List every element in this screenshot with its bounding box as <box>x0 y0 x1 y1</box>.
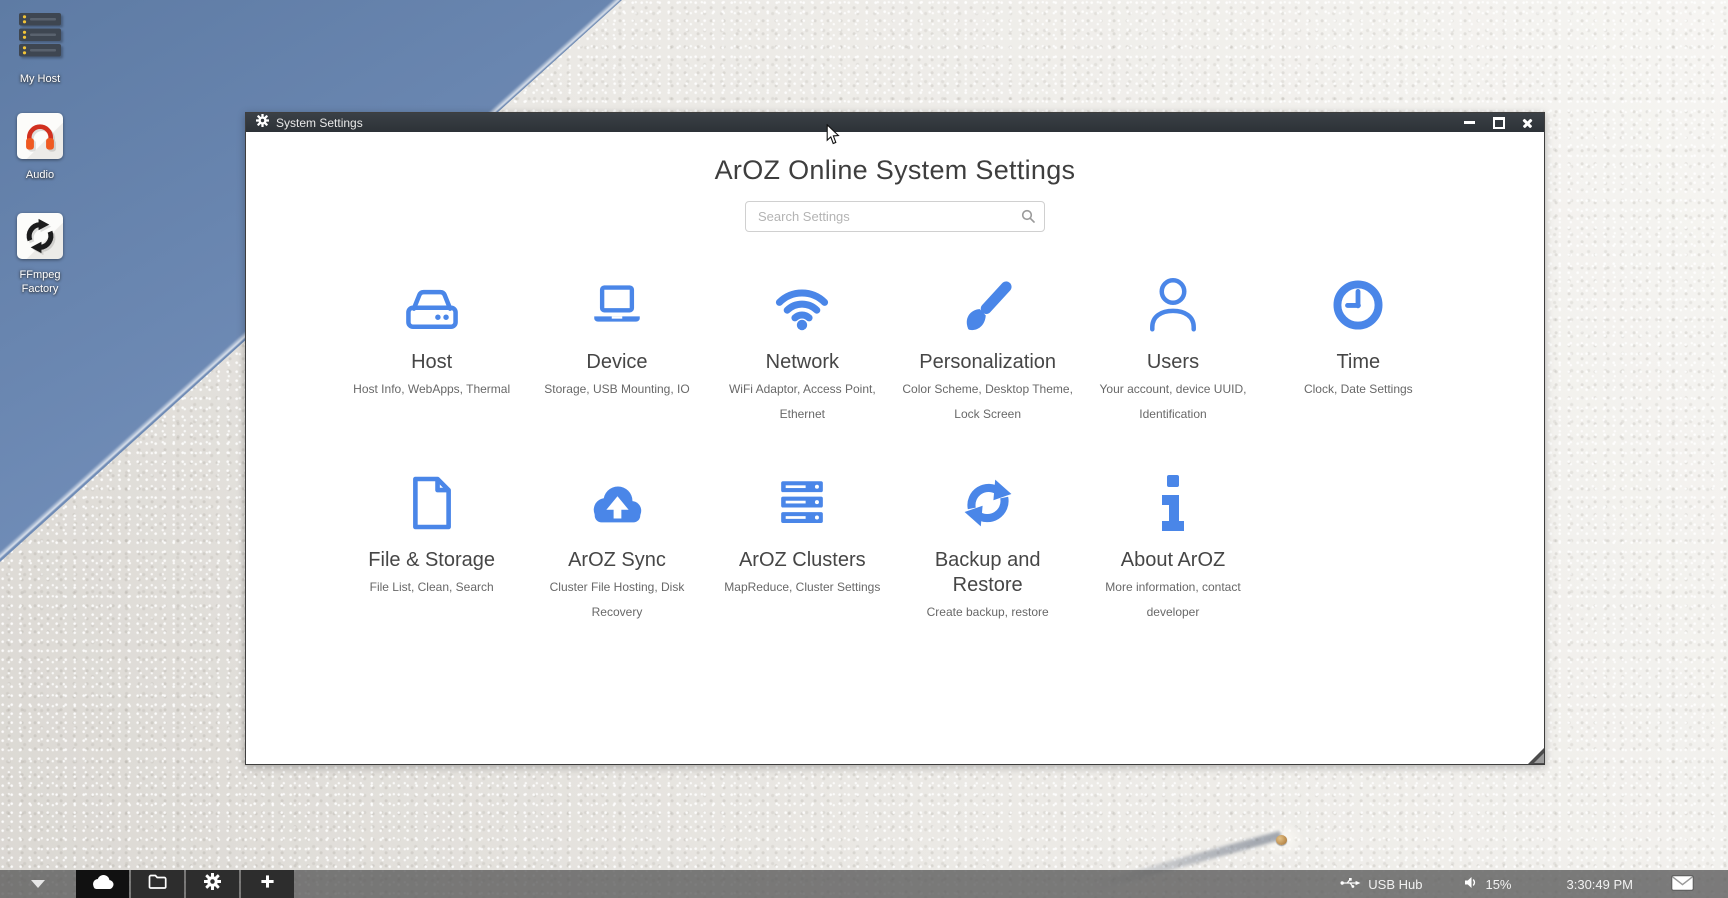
category-subtitle: File List, Clean, Search <box>342 575 521 600</box>
category-title: ArOZ Clusters <box>727 548 877 573</box>
taskbar-button-add[interactable] <box>241 870 294 898</box>
tray-clock-label: 3:30:49 PM <box>1567 877 1634 892</box>
settings-grid-row2: File & Storage File List, Clean, Search … <box>339 471 1451 625</box>
tray-clock: 3:30:49 PM <box>1567 877 1634 892</box>
cloud-upload-icon <box>527 471 706 535</box>
taskbar: USB Hub 15% 3:30:49 PM <box>0 870 1728 898</box>
taskbar-button-files[interactable] <box>131 870 184 898</box>
category-title: Network <box>727 350 877 375</box>
category-title: ArOZ Sync <box>542 548 692 573</box>
chevron-down-icon <box>31 880 45 888</box>
category-title: Host <box>357 350 507 375</box>
server-stack-icon <box>18 12 62 63</box>
category-subtitle: MapReduce, Cluster Settings <box>713 575 892 600</box>
category-subtitle: Host Info, WebApps, Thermal <box>342 377 521 402</box>
settings-grid-row1: Host Host Info, WebApps, Thermal Device … <box>339 273 1451 427</box>
headphones-icon <box>17 113 63 159</box>
wall-nail <box>1276 835 1287 845</box>
settings-category-network[interactable]: Network WiFi Adaptor, Access Point, Ethe… <box>710 273 895 427</box>
window-controls <box>1463 116 1534 129</box>
sync-arrows-icon <box>898 471 1077 535</box>
taskbar-button-cloud[interactable] <box>76 870 129 898</box>
category-title: File & Storage <box>357 548 507 573</box>
launcher-chevron-button[interactable] <box>0 880 76 888</box>
window-resize-grip[interactable] <box>1528 748 1544 764</box>
info-icon <box>1083 471 1262 535</box>
desktop-icon-label: My Host <box>20 72 60 86</box>
category-subtitle: Cluster File Hosting, Disk Recovery <box>527 575 706 625</box>
usb-icon <box>1340 877 1361 892</box>
tray-usb[interactable]: USB Hub <box>1340 877 1422 892</box>
hdd-icon <box>342 273 521 337</box>
window-titlebar[interactable]: System Settings <box>246 113 1544 132</box>
circular-arrows-icon <box>17 213 63 259</box>
page-title: ArOZ Online System Settings <box>246 155 1544 186</box>
speaker-icon <box>1464 876 1478 892</box>
search-icon <box>1021 209 1035 223</box>
category-title: Personalization <box>913 350 1063 375</box>
category-subtitle: WiFi Adaptor, Access Point, Ethernet <box>713 377 892 427</box>
window-title: System Settings <box>276 116 363 130</box>
close-button[interactable] <box>1521 116 1534 129</box>
desktop-icon-label: FFmpeg Factory <box>8 268 72 296</box>
taskbar-tray: USB Hub 15% 3:30:49 PM <box>1340 875 1728 894</box>
settings-category-backup-restore[interactable]: Backup and Restore Create backup, restor… <box>895 471 1080 625</box>
search-input[interactable] <box>745 201 1045 232</box>
category-title: Backup and Restore <box>913 548 1063 598</box>
folder-icon <box>148 874 167 894</box>
tray-volume-label: 15% <box>1485 877 1511 892</box>
settings-category-time[interactable]: Time Clock, Date Settings <box>1266 273 1451 427</box>
user-icon <box>1083 273 1262 337</box>
laptop-icon <box>527 273 706 337</box>
tray-volume[interactable]: 15% <box>1464 876 1511 892</box>
category-subtitle: Your account, device UUID, Identificatio… <box>1083 377 1262 427</box>
category-title: About ArOZ <box>1098 548 1248 573</box>
taskbar-button-settings[interactable] <box>186 870 239 898</box>
clock-icon <box>1269 273 1448 337</box>
tray-mail[interactable] <box>1671 875 1694 894</box>
category-subtitle: Create backup, restore <box>898 600 1077 625</box>
desktop-icon-my-host[interactable]: My Host <box>8 12 72 86</box>
wifi-icon <box>713 273 892 337</box>
category-subtitle: Clock, Date Settings <box>1269 377 1448 402</box>
category-subtitle: More information, contact developer <box>1083 575 1262 625</box>
mail-icon <box>1671 875 1694 894</box>
paintbrush-icon <box>898 273 1077 337</box>
category-subtitle: Color Scheme, Desktop Theme, Lock Screen <box>898 377 1077 427</box>
category-subtitle: Storage, USB Mounting, IO <box>527 377 706 402</box>
minimize-button[interactable] <box>1463 116 1476 129</box>
system-settings-window: System Settings ArOZ Online System Setti… <box>245 112 1545 765</box>
desktop-icon-ffmpeg-factory[interactable]: FFmpeg Factory <box>8 213 72 296</box>
settings-category-device[interactable]: Device Storage, USB Mounting, IO <box>524 273 709 427</box>
desktop: My Host Audio FFmpeg Factory <box>0 0 1728 898</box>
gear-icon <box>204 873 221 895</box>
category-title: Time <box>1283 350 1433 375</box>
maximize-button[interactable] <box>1492 116 1505 129</box>
cloud-icon <box>91 874 115 895</box>
settings-category-host[interactable]: Host Host Info, WebApps, Thermal <box>339 273 524 427</box>
server-rack-icon <box>713 471 892 535</box>
category-title: Users <box>1098 350 1248 375</box>
settings-category-users[interactable]: Users Your account, device UUID, Identif… <box>1080 273 1265 427</box>
window-content: ArOZ Online System Settings Host Host In… <box>246 155 1544 625</box>
desktop-icon-audio[interactable]: Audio <box>8 113 72 182</box>
category-title: Device <box>542 350 692 375</box>
file-icon <box>342 471 521 535</box>
gear-icon <box>256 114 269 132</box>
taskbar-apps <box>76 870 296 898</box>
settings-category-aroz-sync[interactable]: ArOZ Sync Cluster File Hosting, Disk Rec… <box>524 471 709 625</box>
settings-category-about-aroz[interactable]: About ArOZ More information, contact dev… <box>1080 471 1265 625</box>
settings-category-aroz-clusters[interactable]: ArOZ Clusters MapReduce, Cluster Setting… <box>710 471 895 625</box>
settings-category-file-storage[interactable]: File & Storage File List, Clean, Search <box>339 471 524 625</box>
search-box <box>745 201 1045 232</box>
tray-usb-label: USB Hub <box>1368 877 1422 892</box>
desktop-icon-label: Audio <box>26 168 54 182</box>
plus-icon <box>260 874 275 894</box>
settings-category-personalization[interactable]: Personalization Color Scheme, Desktop Th… <box>895 273 1080 427</box>
